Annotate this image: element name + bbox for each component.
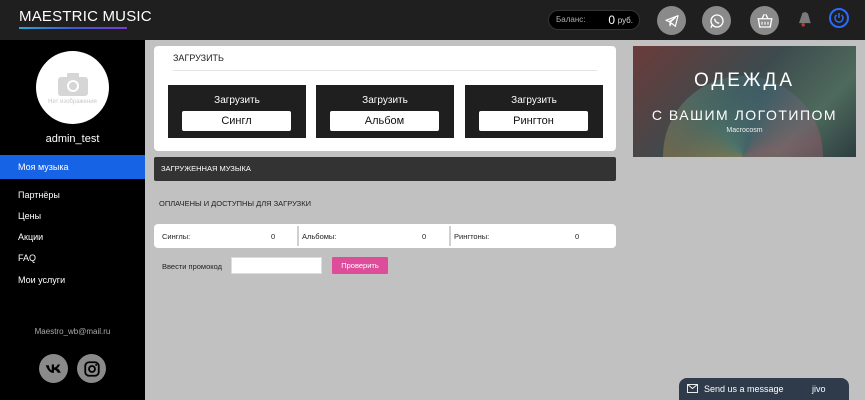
singles-count: 0 [271,232,276,241]
chat-widget[interactable]: Send us a message jivo [679,378,849,400]
balance-display: Баланс: 0 руб. [548,10,640,30]
telegram-icon[interactable] [657,6,686,35]
vk-icon[interactable] [39,354,68,383]
paid-available-label: ОПЛАЧЕНЫ И ДОСТУПНЫ ДЛЯ ЗАГРУЗКИ [159,199,311,208]
sidebar-item-faq[interactable]: FAQ [0,246,145,270]
upload-album-tile: Загрузить Альбом [316,85,454,138]
balance-label: Баланс: [556,15,586,24]
ringtones-label: Рингтоны: [454,232,490,241]
upload-card: ЗАГРУЗИТЬ Загрузить Сингл Загрузить Альб… [154,46,616,151]
logo-underline [19,27,127,29]
avatar[interactable]: Нет изображения [36,51,109,124]
sidebar-item-my-services[interactable]: Мои услуги [0,268,145,292]
promo-label: Ввести промокод [162,262,223,271]
power-icon[interactable] [829,8,849,28]
ringtones-count: 0 [575,232,580,241]
upload-ringtone-button[interactable]: Рингтон [479,111,588,131]
bell-icon[interactable] [794,9,814,29]
upload-title: ЗАГРУЗИТЬ [173,53,224,63]
whatsapp-icon[interactable] [702,6,731,35]
balance-value: 0 [608,13,615,27]
singles-label: Синглы: [162,232,191,241]
divider [449,226,451,246]
cart-icon[interactable] [750,6,779,35]
ad-brand: Macrocosm [726,127,763,134]
upload-single-tile: Загрузить Сингл [168,85,306,138]
tile-label: Загрузить [362,95,408,106]
sidebar-item-my-music[interactable]: Моя музыка [0,155,145,179]
upload-ringtone-tile: Загрузить Рингтон [465,85,603,138]
instagram-icon[interactable] [77,354,106,383]
site-logo[interactable]: MAESTRIC MUSIC [19,8,152,25]
divider [173,70,597,71]
contact-email[interactable]: Maestro_wb@mail.ru [0,327,145,336]
tile-label: Загрузить [511,95,557,106]
sidebar: Нет изображения admin_test Моя музыка Па… [0,40,145,400]
top-bar: MAESTRIC MUSIC Баланс: 0 руб. [0,0,865,40]
avatar-caption: Нет изображения [48,98,97,105]
upload-album-button[interactable]: Альбом [330,111,439,131]
balance-currency: руб. [617,16,633,25]
check-promo-button[interactable]: Проверить [332,257,388,274]
envelope-icon [687,384,698,393]
stats-row: Синглы: 0 Альбомы: 0 Рингтоны: 0 [154,224,616,248]
ad-headline: ОДЕЖДА [694,70,795,91]
uploaded-music-header[interactable]: ЗАГРУЖЕННАЯ МУЗЫКА [154,157,616,181]
albums-label: Альбомы: [302,232,337,241]
chat-brand: jivo [812,384,826,394]
albums-count: 0 [422,232,427,241]
ad-subheadline: С ВАШИМ ЛОГОТИПОМ [651,107,838,123]
ad-banner[interactable]: ОДЕЖДА С ВАШИМ ЛОГОТИПОМ Macrocosm [633,46,856,157]
promo-code-input[interactable] [231,257,322,274]
chat-label: Send us a message [704,384,784,394]
username: admin_test [45,133,100,145]
tile-label: Загрузить [214,95,260,106]
camera-icon [57,72,88,96]
divider [297,226,299,246]
upload-single-button[interactable]: Сингл [182,111,291,131]
